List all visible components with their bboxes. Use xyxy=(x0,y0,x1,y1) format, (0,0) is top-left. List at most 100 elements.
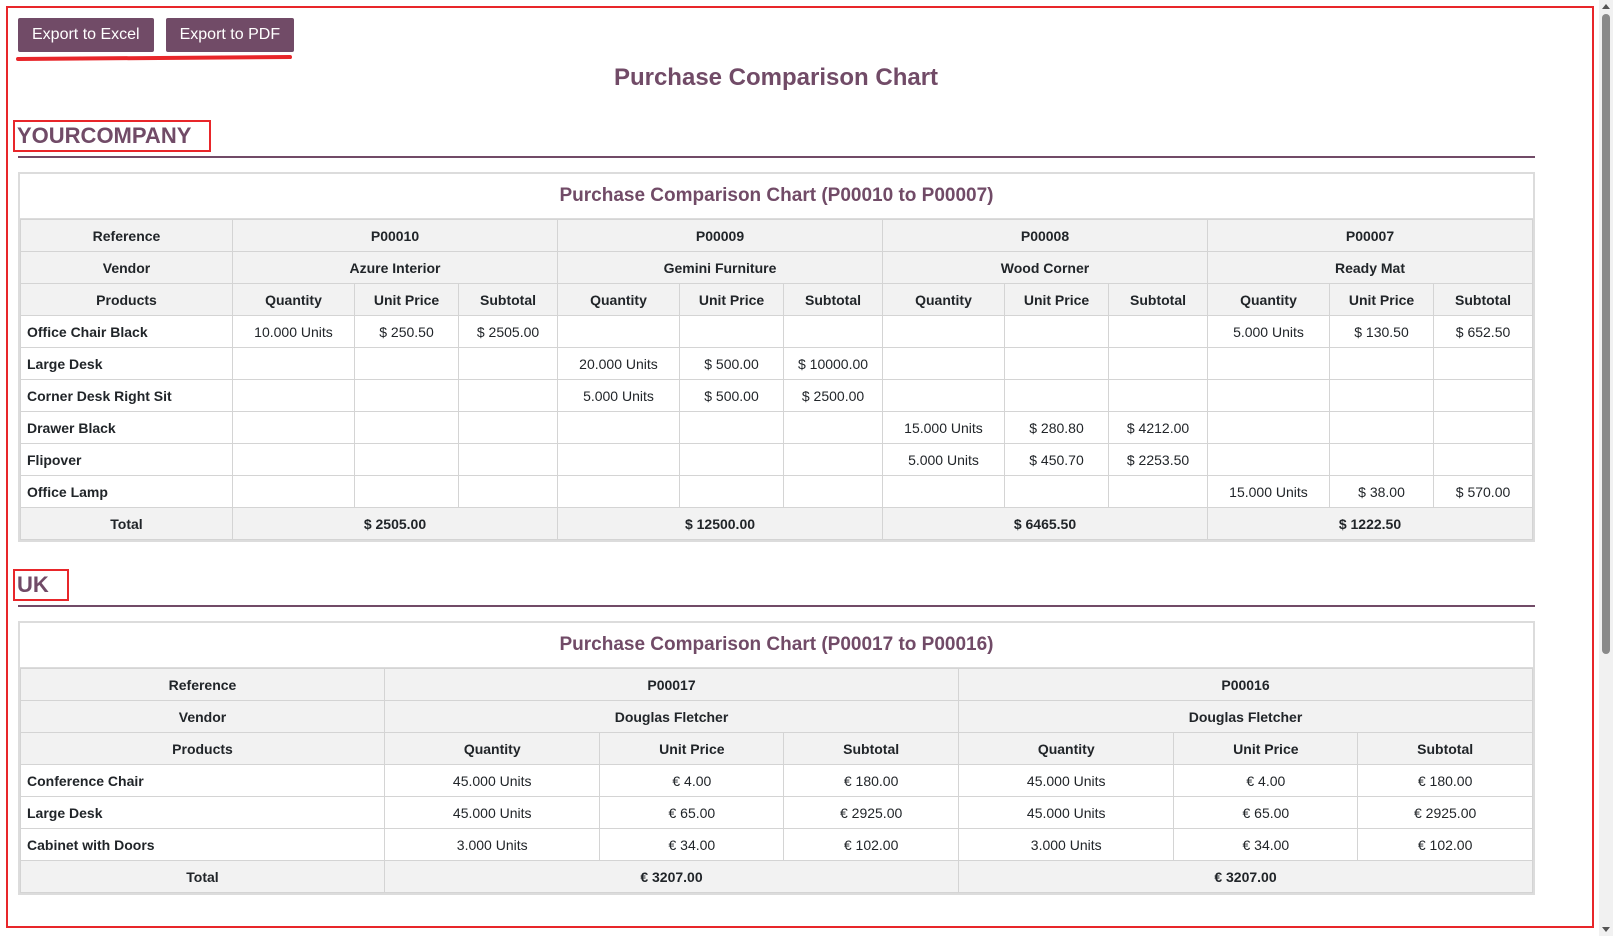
product-name: Conference Chair xyxy=(20,764,385,797)
subtotal-cell xyxy=(783,411,883,444)
scroll-down-arrow-icon[interactable] xyxy=(1602,927,1610,932)
unit-price-cell xyxy=(353,347,460,380)
subtotal-cell xyxy=(458,411,558,444)
subtotal-cell: $ 2505.00 xyxy=(458,315,558,348)
company-section: YOURCOMPANY Purchase Comparison Chart (P0… xyxy=(13,120,1535,542)
unit-price-cell: $ 280.80 xyxy=(1003,411,1110,444)
unit-price-cell xyxy=(353,443,460,476)
table-title: Purchase Comparison Chart (P00017 to P00… xyxy=(20,623,1533,668)
quantity-header: Quantity xyxy=(882,283,1005,316)
comparison-table-container: Purchase Comparison Chart (P00010 to P00… xyxy=(18,172,1535,542)
subtotal-header: Subtotal xyxy=(783,732,959,765)
unit-price-cell xyxy=(1003,475,1110,508)
order-total: $ 2505.00 xyxy=(232,507,558,540)
total-label: Total xyxy=(20,860,385,893)
total-row: Total € 3207.00 € 3207.00 xyxy=(20,860,1533,893)
quantity-cell xyxy=(1207,443,1330,476)
order-reference[interactable]: P00008 xyxy=(882,219,1208,252)
company-name: YOURCOMPANY xyxy=(13,120,212,152)
order-reference[interactable]: P00009 xyxy=(557,219,883,252)
quantity-cell: 45.000 Units xyxy=(957,796,1175,829)
subtotal-cell: $ 652.50 xyxy=(1433,315,1533,348)
product-row: Large Desk 45.000 Units € 65.00 € 2925.00 45… xyxy=(20,796,1533,829)
unit-price-cell xyxy=(1328,443,1435,476)
unit-price-cell xyxy=(678,475,785,508)
quantity-cell: 45.000 Units xyxy=(957,764,1175,797)
reference-row: Reference P00010 P00009 P00008 P00007 xyxy=(20,219,1533,252)
product-row: Large Desk 20.000 Units $ 500.00 $ 10000.00 xyxy=(20,347,1533,380)
vendor-name: Ready Mat xyxy=(1207,251,1533,284)
order-reference[interactable]: P00016 xyxy=(958,668,1533,701)
scrollbar-thumb[interactable] xyxy=(1602,14,1610,654)
quantity-cell: 10.000 Units xyxy=(232,315,355,348)
unit-price-cell xyxy=(678,411,785,444)
export-excel-button[interactable]: Export to Excel xyxy=(18,18,154,52)
quantity-cell xyxy=(557,475,680,508)
subtotal-header: Subtotal xyxy=(1108,283,1208,316)
quantity-cell: 3.000 Units xyxy=(383,828,601,861)
subtotal-cell: € 180.00 xyxy=(783,764,959,797)
unit-price-header: Unit Price xyxy=(1328,283,1435,316)
quantity-cell xyxy=(232,411,355,444)
unit-price-cell xyxy=(1328,347,1435,380)
company-name: UK xyxy=(13,569,69,601)
subtotal-cell xyxy=(1433,347,1533,380)
comparison-table-container: Purchase Comparison Chart (P00017 to P00… xyxy=(18,621,1535,895)
scrollbar[interactable] xyxy=(1599,0,1613,936)
page-title: Purchase Comparison Chart xyxy=(613,64,939,91)
product-name: Large Desk xyxy=(20,347,233,380)
quantity-cell xyxy=(232,443,355,476)
vendor-row: Vendor Azure Interior Gemini Furniture Wood… xyxy=(20,251,1533,284)
subtotal-cell xyxy=(458,475,558,508)
quantity-cell xyxy=(1207,379,1330,412)
vendor-label: Vendor xyxy=(20,700,385,733)
unit-price-header: Unit Price xyxy=(599,732,785,765)
subtotal-cell xyxy=(458,347,558,380)
order-reference[interactable]: P00007 xyxy=(1207,219,1533,252)
unit-price-cell xyxy=(1003,347,1110,380)
quantity-cell xyxy=(882,347,1005,380)
vendor-name: Wood Corner xyxy=(882,251,1208,284)
order-total: € 3207.00 xyxy=(384,860,959,893)
unit-price-cell: € 34.00 xyxy=(599,828,785,861)
quantity-cell: 45.000 Units xyxy=(383,764,601,797)
product-name: Large Desk xyxy=(20,796,385,829)
subtotal-cell: € 2925.00 xyxy=(783,796,959,829)
quantity-cell xyxy=(1207,347,1330,380)
quantity-cell: 3.000 Units xyxy=(957,828,1175,861)
unit-price-cell: $ 500.00 xyxy=(678,347,785,380)
export-pdf-button[interactable]: Export to PDF xyxy=(165,18,295,52)
order-total: $ 6465.50 xyxy=(882,507,1208,540)
product-name: Flipover xyxy=(20,443,233,476)
unit-price-cell xyxy=(1003,315,1110,348)
quantity-cell: 5.000 Units xyxy=(882,443,1005,476)
order-reference[interactable]: P00010 xyxy=(232,219,558,252)
unit-price-cell: $ 450.70 xyxy=(1003,443,1110,476)
subtotal-cell xyxy=(458,379,558,412)
unit-price-header: Unit Price xyxy=(678,283,785,316)
unit-price-cell xyxy=(678,315,785,348)
quantity-cell xyxy=(232,475,355,508)
product-name: Corner Desk Right Sit xyxy=(20,379,233,412)
subtotal-header: Subtotal xyxy=(1357,732,1533,765)
vendor-row: Vendor Douglas Fletcher Douglas Fletcher xyxy=(20,700,1533,733)
vendor-name: Azure Interior xyxy=(232,251,558,284)
product-name: Office Chair Black xyxy=(20,315,233,348)
subtotal-cell: € 2925.00 xyxy=(1357,796,1533,829)
order-reference[interactable]: P00017 xyxy=(384,668,959,701)
unit-price-header: Unit Price xyxy=(1173,732,1359,765)
scroll-up-arrow-icon[interactable] xyxy=(1602,4,1610,9)
subtotal-cell: € 102.00 xyxy=(783,828,959,861)
total-row: Total $ 2505.00 $ 12500.00 $ 6465.50 $ 1222.… xyxy=(20,507,1533,540)
subtotal-cell xyxy=(1433,443,1533,476)
reference-label: Reference xyxy=(20,219,233,252)
unit-price-cell xyxy=(353,475,460,508)
quantity-header: Quantity xyxy=(383,732,601,765)
table-title: Purchase Comparison Chart (P00010 to P00… xyxy=(20,174,1533,219)
unit-price-cell xyxy=(1328,411,1435,444)
quantity-cell xyxy=(882,379,1005,412)
quantity-cell: 5.000 Units xyxy=(557,379,680,412)
unit-price-cell: € 4.00 xyxy=(1173,764,1359,797)
unit-price-cell xyxy=(1003,379,1110,412)
unit-price-cell: $ 250.50 xyxy=(353,315,460,348)
